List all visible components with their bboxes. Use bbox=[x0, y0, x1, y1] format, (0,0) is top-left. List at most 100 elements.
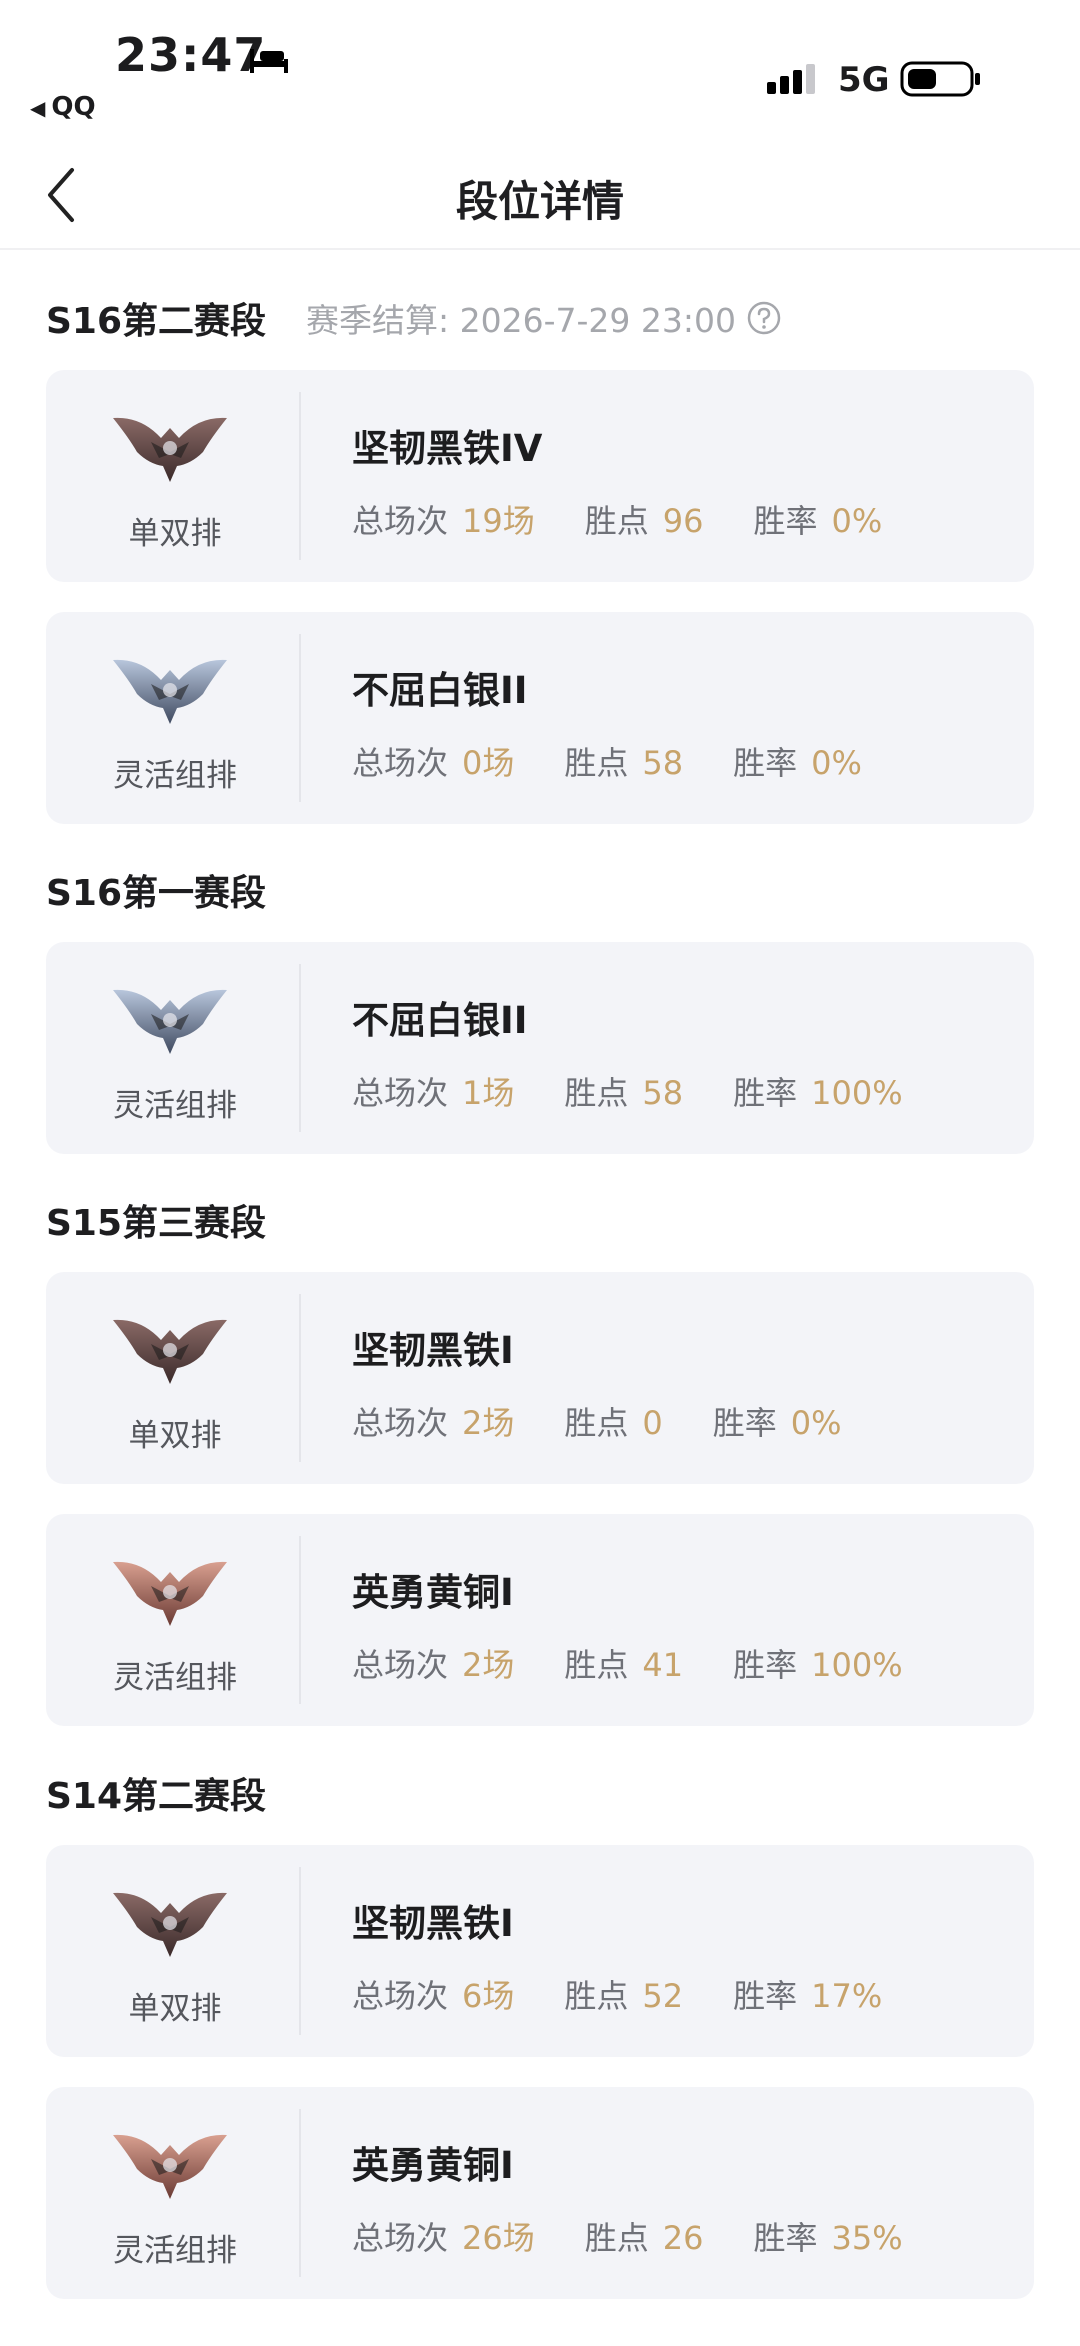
rank-stats: 总场次 19场 胜点 96 胜率 0% bbox=[352, 496, 932, 542]
games-label: 总场次 bbox=[352, 1977, 449, 2015]
games-label: 总场次 bbox=[352, 744, 449, 782]
rank-card[interactable]: 单双排 坚韧黑铁I 总场次 6场 胜点 52 胜率 17% bbox=[46, 1845, 1034, 2057]
games-value: 2场 bbox=[462, 1404, 515, 1442]
silver-emblem-icon bbox=[111, 650, 229, 730]
rank-stats: 总场次 1场 胜点 58 胜率 100% bbox=[352, 1068, 953, 1114]
queue-label: 单双排 bbox=[128, 1991, 222, 2027]
queue-label: 灵活组排 bbox=[113, 1660, 237, 1696]
winrate-value: 100% bbox=[811, 1646, 903, 1684]
rank-name: 英勇黄铜I bbox=[352, 1571, 514, 1614]
queue-label: 灵活组排 bbox=[113, 758, 237, 794]
lp-label: 胜点 bbox=[564, 1646, 629, 1684]
games-label: 总场次 bbox=[352, 502, 449, 540]
silver-emblem-icon bbox=[111, 980, 229, 1060]
rank-stats: 总场次 2场 胜点 0 胜率 0% bbox=[352, 1398, 892, 1444]
season-title: S16第一赛段 bbox=[46, 873, 267, 914]
status-bar: 23:47 ◀ QQ 5G bbox=[0, 0, 1080, 130]
sleep-mode-icon bbox=[250, 49, 288, 73]
divider bbox=[299, 392, 301, 560]
season-header-s15-3: S15第三赛段 bbox=[46, 1190, 266, 1250]
nav-bar: 段位详情 bbox=[0, 140, 1080, 250]
games-value: 26场 bbox=[462, 2219, 535, 2257]
rank-card[interactable]: 灵活组排 英勇黄铜I 总场次 2场 胜点 41 胜率 100% bbox=[46, 1514, 1034, 1726]
rank-card[interactable]: 灵活组排 英勇黄铜I 总场次 26场 胜点 26 胜率 35% bbox=[46, 2087, 1034, 2299]
season-header-s16-2: S16第二赛段 赛季结算: 2026-7-29 23:00 bbox=[46, 288, 782, 348]
season-settle-time: 赛季结算: 2026-7-29 23:00 bbox=[306, 301, 737, 340]
lp-value: 26 bbox=[662, 2219, 704, 2257]
rank-name: 坚韧黑铁IV bbox=[352, 427, 543, 470]
queue-label: 灵活组排 bbox=[113, 1088, 237, 1124]
divider bbox=[299, 634, 301, 802]
rank-name: 坚韧黑铁I bbox=[352, 1902, 514, 1945]
network-type: 5G bbox=[838, 60, 890, 100]
lp-label: 胜点 bbox=[584, 502, 649, 540]
lp-label: 胜点 bbox=[564, 744, 629, 782]
season-header-s16-1: S16第一赛段 bbox=[46, 860, 266, 920]
lp-label: 胜点 bbox=[564, 1074, 629, 1112]
season-title: S14第二赛段 bbox=[46, 1776, 267, 1817]
games-label: 总场次 bbox=[352, 1074, 449, 1112]
cellular-signal-icon bbox=[767, 64, 815, 94]
winrate-label: 胜率 bbox=[753, 2219, 818, 2257]
iron-emblem-icon bbox=[111, 1883, 229, 1963]
lp-value: 58 bbox=[642, 1074, 684, 1112]
divider bbox=[299, 1536, 301, 1704]
back-triangle-icon: ◀ bbox=[30, 96, 46, 120]
lp-value: 41 bbox=[642, 1646, 684, 1684]
divider bbox=[299, 2109, 301, 2277]
rank-name: 英勇黄铜I bbox=[352, 2144, 514, 2187]
winrate-value: 0% bbox=[831, 502, 883, 540]
rank-name: 坚韧黑铁I bbox=[352, 1329, 514, 1372]
games-value: 2场 bbox=[462, 1646, 515, 1684]
queue-label: 单双排 bbox=[128, 1418, 222, 1454]
season-header-s14-2: S14第二赛段 bbox=[46, 1763, 266, 1823]
rank-card[interactable]: 灵活组排 不屈白银II 总场次 0场 胜点 58 胜率 0% bbox=[46, 612, 1034, 824]
season-title: S15第三赛段 bbox=[46, 1203, 267, 1244]
iron-emblem-icon bbox=[111, 408, 229, 488]
winrate-label: 胜率 bbox=[733, 1646, 798, 1684]
winrate-label: 胜率 bbox=[733, 744, 798, 782]
battery-icon bbox=[900, 61, 980, 97]
winrate-label: 胜率 bbox=[712, 1404, 777, 1442]
divider bbox=[299, 964, 301, 1132]
return-to-app-link[interactable]: ◀ QQ bbox=[30, 92, 96, 122]
rank-card[interactable]: 单双排 坚韧黑铁IV 总场次 19场 胜点 96 胜率 0% bbox=[46, 370, 1034, 582]
winrate-value: 0% bbox=[790, 1404, 842, 1442]
rank-name: 不屈白银II bbox=[352, 999, 528, 1042]
lp-value: 96 bbox=[662, 502, 704, 540]
games-label: 总场次 bbox=[352, 1404, 449, 1442]
rank-stats: 总场次 2场 胜点 41 胜率 100% bbox=[352, 1640, 953, 1686]
games-value: 19场 bbox=[462, 502, 535, 540]
lp-value: 0 bbox=[642, 1404, 663, 1442]
lp-value: 58 bbox=[642, 744, 684, 782]
help-icon[interactable] bbox=[746, 300, 782, 336]
return-app-label: QQ bbox=[51, 92, 96, 122]
games-value: 1场 bbox=[462, 1074, 515, 1112]
winrate-value: 35% bbox=[831, 2219, 903, 2257]
winrate-label: 胜率 bbox=[733, 1074, 798, 1112]
divider bbox=[299, 1294, 301, 1462]
games-label: 总场次 bbox=[352, 2219, 449, 2257]
games-label: 总场次 bbox=[352, 1646, 449, 1684]
season-title: S16第二赛段 bbox=[46, 301, 267, 342]
queue-label: 灵活组排 bbox=[113, 2233, 237, 2269]
bronze-emblem-icon bbox=[111, 2125, 229, 2205]
rank-name: 不屈白银II bbox=[352, 669, 528, 712]
iron-emblem-icon bbox=[111, 1310, 229, 1390]
winrate-value: 100% bbox=[811, 1074, 903, 1112]
lp-label: 胜点 bbox=[584, 2219, 649, 2257]
winrate-label: 胜率 bbox=[753, 502, 818, 540]
clock: 23:47 bbox=[115, 28, 267, 82]
rank-card[interactable]: 灵活组排 不屈白银II 总场次 1场 胜点 58 胜率 100% bbox=[46, 942, 1034, 1154]
rank-card[interactable]: 单双排 坚韧黑铁I 总场次 2场 胜点 0 胜率 0% bbox=[46, 1272, 1034, 1484]
rank-stats: 总场次 6场 胜点 52 胜率 17% bbox=[352, 1971, 932, 2017]
lp-label: 胜点 bbox=[564, 1977, 629, 2015]
lp-label: 胜点 bbox=[564, 1404, 629, 1442]
games-value: 6场 bbox=[462, 1977, 515, 2015]
divider bbox=[299, 1867, 301, 2035]
winrate-label: 胜率 bbox=[733, 1977, 798, 2015]
lp-value: 52 bbox=[642, 1977, 684, 2015]
rank-stats: 总场次 0场 胜点 58 胜率 0% bbox=[352, 738, 912, 784]
rank-stats: 总场次 26场 胜点 26 胜率 35% bbox=[352, 2213, 953, 2259]
games-value: 0场 bbox=[462, 744, 515, 782]
